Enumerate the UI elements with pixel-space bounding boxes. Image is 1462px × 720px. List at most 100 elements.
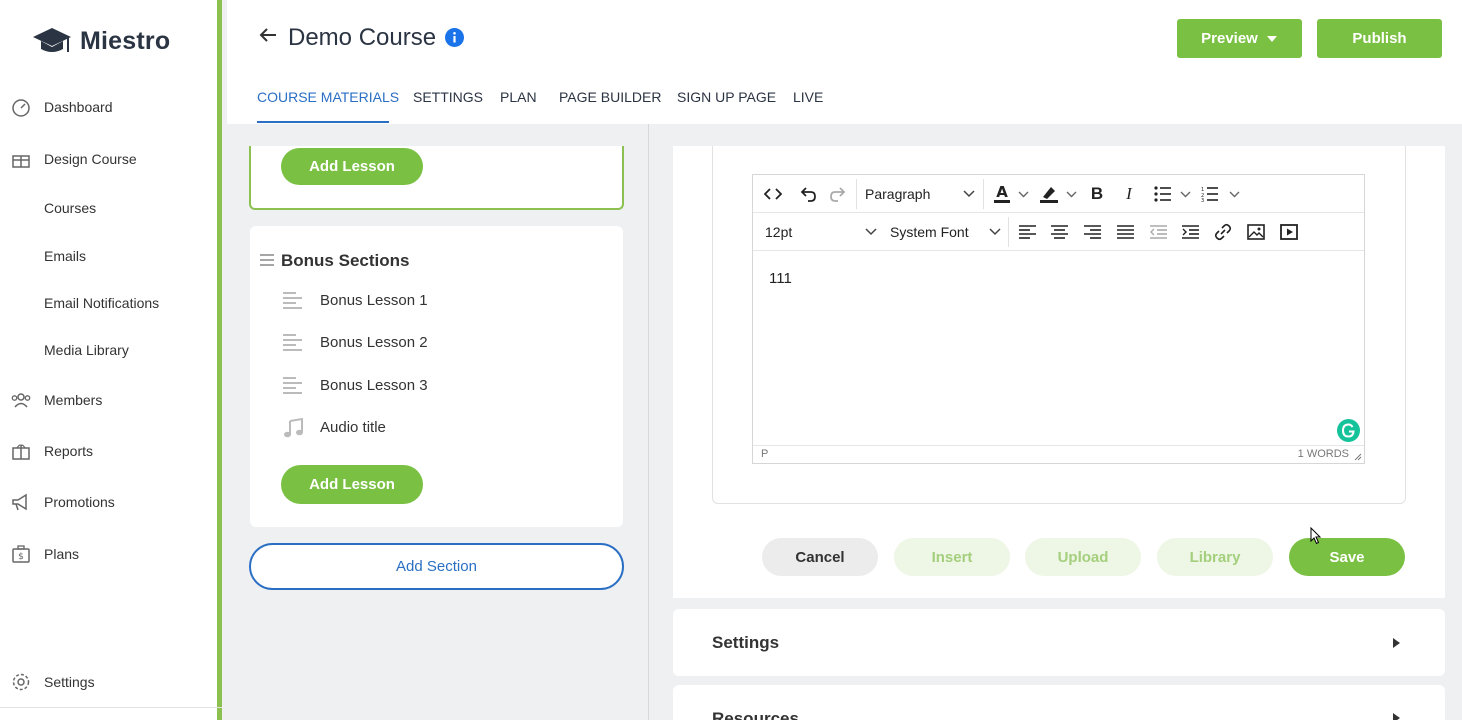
undo-button[interactable]	[793, 179, 821, 209]
back-arrow-icon[interactable]	[258, 25, 278, 45]
caret-right-icon	[1393, 713, 1400, 720]
lesson-label: Bonus Lesson 1	[320, 292, 428, 309]
redo-button[interactable]	[825, 179, 853, 209]
outdent-button[interactable]	[1145, 217, 1171, 247]
text-color-icon: A	[994, 184, 1010, 203]
numbered-list-button[interactable]: 123	[1197, 179, 1223, 209]
align-right-button[interactable]	[1079, 217, 1105, 247]
add-lesson-button[interactable]: Add Lesson	[281, 465, 423, 504]
grammarly-g-icon	[1341, 423, 1355, 438]
upload-button[interactable]: Upload	[1025, 538, 1141, 576]
font-size-value: 12pt	[765, 224, 793, 240]
text-lines-icon	[283, 377, 302, 394]
toolbar-separator	[1008, 217, 1009, 247]
grammarly-icon[interactable]	[1337, 419, 1360, 442]
font-family-select[interactable]: System Font	[885, 217, 1005, 247]
sidebar-divider	[0, 707, 222, 708]
settings-panel[interactable]: Settings	[673, 609, 1445, 676]
caret-down-icon	[1266, 35, 1277, 42]
editor-status-bar: P 1 WORDS	[753, 445, 1364, 463]
bold-button[interactable]: B	[1084, 179, 1110, 209]
sidebar-item-members[interactable]: Members	[0, 385, 217, 415]
chevron-down-icon	[1229, 191, 1239, 197]
font-size-select[interactable]: 12pt	[759, 217, 881, 247]
sidebar-item-plans[interactable]: $ Plans	[0, 539, 217, 569]
editor-content[interactable]: 111	[769, 270, 792, 287]
source-code-button[interactable]	[759, 179, 787, 209]
numbered-list-dropdown[interactable]	[1226, 179, 1242, 209]
tab-sign-up-page[interactable]: SIGN UP PAGE	[677, 89, 776, 105]
tab-live[interactable]: LIVE	[793, 89, 823, 105]
text-lines-icon	[283, 292, 302, 309]
add-lesson-label: Add Lesson	[309, 158, 395, 175]
add-section-button[interactable]: Add Section	[249, 543, 624, 590]
plans-icon: $	[12, 545, 30, 563]
save-label: Save	[1329, 548, 1365, 566]
sidebar-item-reports[interactable]: Reports	[0, 436, 217, 466]
bullet-list-dropdown[interactable]	[1177, 179, 1193, 209]
align-left-icon	[1018, 225, 1036, 239]
chevron-down-icon	[963, 190, 975, 198]
preview-button[interactable]: Preview	[1177, 19, 1302, 58]
code-icon	[764, 188, 782, 200]
video-icon	[1280, 224, 1298, 240]
drag-handle-icon[interactable]	[260, 254, 274, 266]
tab-plan[interactable]: PLAN	[500, 89, 537, 105]
members-icon	[11, 393, 31, 408]
add-lesson-label: Add Lesson	[309, 476, 395, 493]
library-button[interactable]: Library	[1157, 538, 1273, 576]
sidebar-item-label: Emails	[44, 248, 87, 264]
cancel-button[interactable]: Cancel	[762, 538, 878, 576]
brand-logo[interactable]: Miestro	[32, 24, 170, 58]
upload-label: Upload	[1057, 548, 1109, 566]
reports-icon	[12, 444, 30, 460]
chevron-down-icon	[1066, 191, 1076, 197]
align-center-button[interactable]	[1046, 217, 1072, 247]
lesson-label: Bonus Lesson 3	[320, 377, 428, 394]
insert-link-button[interactable]	[1210, 217, 1236, 247]
insert-media-button[interactable]	[1276, 217, 1302, 247]
svg-text:A: A	[996, 184, 1008, 201]
add-lesson-button[interactable]: Add Lesson	[281, 148, 423, 185]
sidebar: Miestro Dashboard Design Course Courses …	[0, 0, 222, 720]
sidebar-item-label: Members	[44, 392, 103, 408]
insert-button[interactable]: Insert	[894, 538, 1010, 576]
chevron-down-icon	[989, 228, 1001, 236]
tab-course-materials[interactable]: COURSE MATERIALS	[257, 89, 399, 105]
settings-panel-title: Settings	[712, 633, 780, 652]
tab-settings[interactable]: SETTINGS	[413, 89, 483, 105]
text-color-button[interactable]: A	[989, 179, 1015, 209]
toolbar-separator	[856, 179, 857, 209]
bold-icon: B	[1090, 184, 1104, 203]
italic-button[interactable]: I	[1116, 179, 1142, 209]
save-button[interactable]: Save	[1289, 538, 1405, 576]
indent-button[interactable]	[1177, 217, 1203, 247]
image-icon	[1247, 224, 1265, 240]
highlight-color-button[interactable]	[1036, 179, 1062, 209]
dashboard-icon	[12, 99, 30, 117]
sidebar-item-settings[interactable]: Settings	[0, 667, 217, 697]
insert-image-button[interactable]	[1243, 217, 1269, 247]
sidebar-item-design-course[interactable]: Design Course	[0, 144, 217, 174]
highlight-color-dropdown[interactable]	[1063, 179, 1079, 209]
publish-button[interactable]: Publish	[1317, 19, 1442, 58]
sidebar-item-courses[interactable]: Courses	[0, 193, 217, 223]
chevron-down-icon	[1018, 191, 1028, 197]
toolbar-separator	[983, 179, 984, 209]
sidebar-item-label: Media Library	[44, 342, 129, 358]
resize-handle-icon[interactable]	[1354, 453, 1362, 461]
sidebar-item-dashboard[interactable]: Dashboard	[0, 92, 217, 122]
page-title: Demo Course	[288, 24, 437, 51]
tab-page-builder[interactable]: PAGE BUILDER	[559, 89, 661, 105]
sidebar-item-emails[interactable]: Emails	[0, 241, 217, 271]
sidebar-item-promotions[interactable]: Promotions	[0, 487, 217, 517]
sidebar-item-email-notifications[interactable]: Email Notifications	[0, 288, 217, 318]
sidebar-item-media-library[interactable]: Media Library	[0, 335, 217, 365]
text-color-dropdown[interactable]	[1015, 179, 1031, 209]
block-format-select[interactable]: Paragraph	[861, 179, 981, 209]
align-left-button[interactable]	[1014, 217, 1040, 247]
info-icon[interactable]	[445, 28, 464, 47]
bullet-list-button[interactable]	[1150, 179, 1176, 209]
resources-panel[interactable]: Resources	[673, 685, 1445, 720]
justify-button[interactable]	[1112, 217, 1138, 247]
